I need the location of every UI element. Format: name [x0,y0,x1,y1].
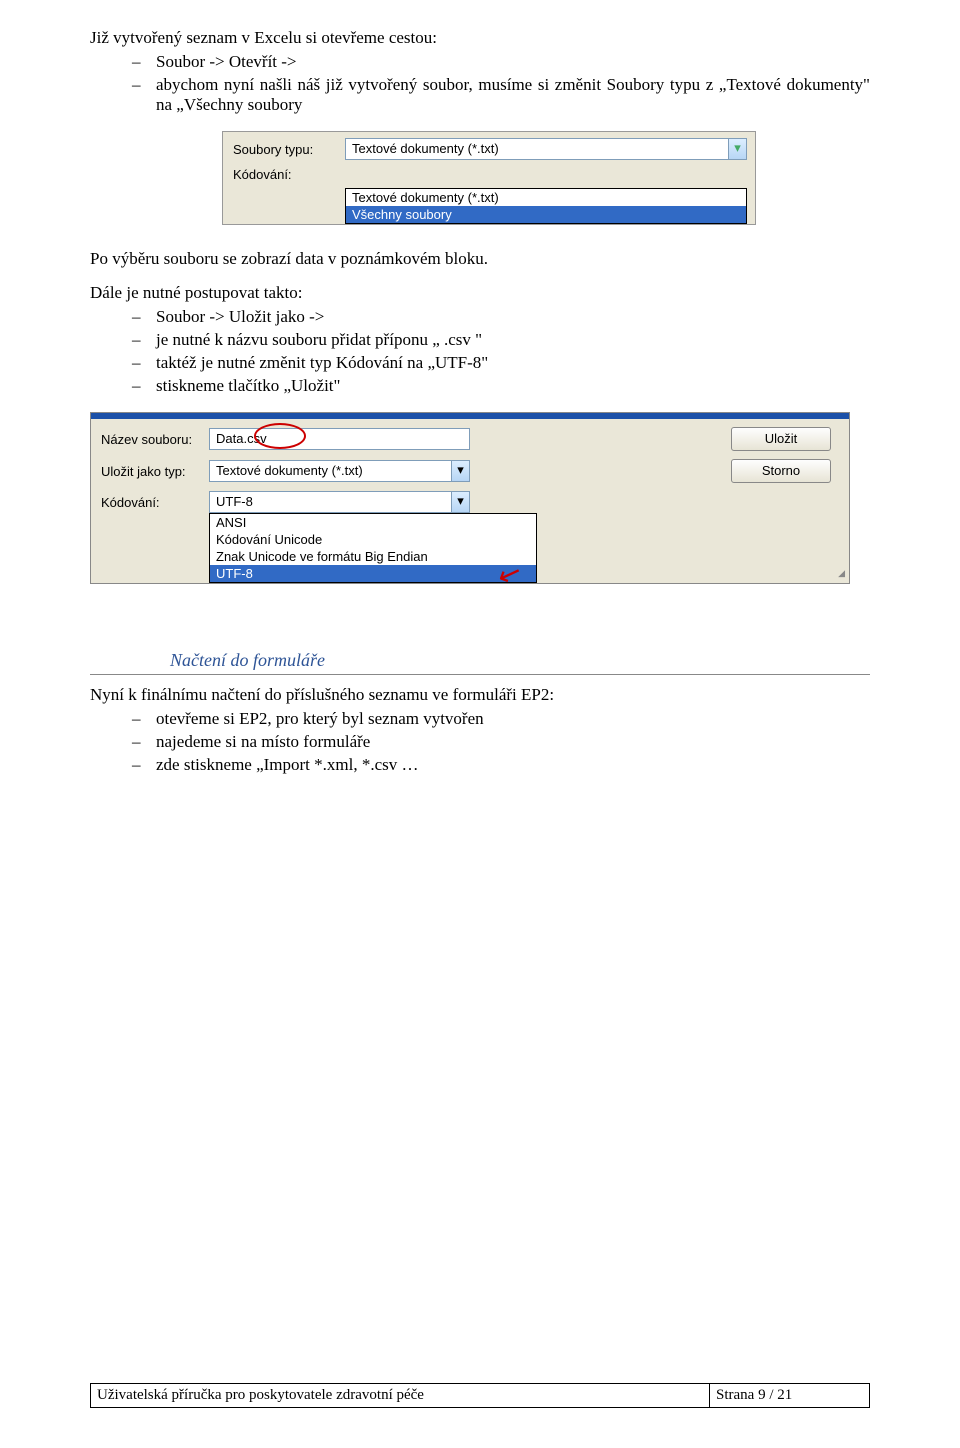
encoding-label: Kódování: [233,167,345,182]
list-item: taktéž je nutné změnit typ Kódování na „… [132,353,870,373]
chevron-down-icon[interactable]: ▾ [728,139,746,159]
divider [90,674,870,675]
footer-page-number: Strana 9 / 21 [710,1383,870,1408]
file-type-dropdown-list[interactable]: Textové dokumenty (*.txt) Všechny soubor… [345,188,747,224]
list-item: otevřeme si EP2, pro který byl seznam vy… [132,709,870,729]
chevron-down-icon[interactable]: ▾ [451,492,469,512]
list-item: Soubor -> Otevřít -> [132,52,870,72]
chevron-down-icon[interactable]: ▾ [451,461,469,481]
dialog-title-bar [91,413,849,419]
encoding-combobox[interactable]: UTF-8 ▾ [209,491,470,513]
encoding-label: Kódování: [101,495,209,510]
form-load-para: Nyní k finálnímu načtení do příslušného … [90,685,870,705]
file-type-label: Soubory typu: [233,142,345,157]
page-footer: Uživatelská příručka pro poskytovatele z… [90,1383,870,1408]
file-type-dialog-screenshot: Soubory typu: Textové dokumenty (*.txt) … [222,131,756,225]
saveas-type-combobox[interactable]: Textové dokumenty (*.txt) ▾ [209,460,470,482]
dropdown-option[interactable]: Znak Unicode ve formátu Big Endian [210,548,536,565]
file-type-value: Textové dokumenty (*.txt) [352,141,499,156]
bullet-list-2: Soubor -> Uložit jako -> je nutné k názv… [132,307,870,396]
list-item: je nutné k názvu souboru přidat příponu … [132,330,870,350]
encoding-value: UTF-8 [216,494,253,509]
info-para: Po výběru souboru se zobrazí data v pozn… [90,249,870,269]
filename-value: Data.csv [216,431,267,446]
save-dialog-screenshot: Název souboru: Data.csv Uložit Uložit ja… [90,412,850,584]
saveas-type-value: Textové dokumenty (*.txt) [216,463,363,478]
intro-para: Již vytvořený seznam v Excelu si otevřem… [90,28,870,48]
list-item: najedeme si na místo formuláře [132,732,870,752]
filename-input[interactable]: Data.csv [209,428,470,450]
dropdown-option[interactable]: Textové dokumenty (*.txt) [346,189,746,206]
dropdown-option-selected[interactable]: UTF-8 [210,565,536,582]
resize-grip-icon[interactable]: ◢ [838,568,845,579]
footer-title: Uživatelská příručka pro poskytovatele z… [90,1383,710,1408]
encoding-dropdown-list[interactable]: ANSI Kódování Unicode Znak Unicode ve fo… [209,513,537,583]
dropdown-option[interactable]: Kódování Unicode [210,531,536,548]
list-item: stiskneme tlačítko „Uložit" [132,376,870,396]
bullet-list-1: Soubor -> Otevřít -> abychom nyní našli … [132,52,870,115]
list-item: abychom nyní našli náš již vytvořený sou… [132,75,870,115]
bullet-list-3: otevřeme si EP2, pro který byl seznam vy… [132,709,870,775]
section-heading: Načtení do formuláře [170,650,870,671]
steps-intro: Dále je nutné postupovat takto: [90,283,870,303]
dropdown-option[interactable]: ANSI [210,514,536,531]
list-item: zde stiskneme „Import *.xml, *.csv … [132,755,870,775]
list-item: Soubor -> Uložit jako -> [132,307,870,327]
cancel-button[interactable]: Storno [731,459,831,483]
dropdown-option-selected[interactable]: Všechny soubory [346,206,746,223]
saveas-type-label: Uložit jako typ: [101,464,209,479]
file-type-combobox[interactable]: Textové dokumenty (*.txt) ▾ [345,138,747,160]
filename-label: Název souboru: [101,432,209,447]
save-button[interactable]: Uložit [731,427,831,451]
